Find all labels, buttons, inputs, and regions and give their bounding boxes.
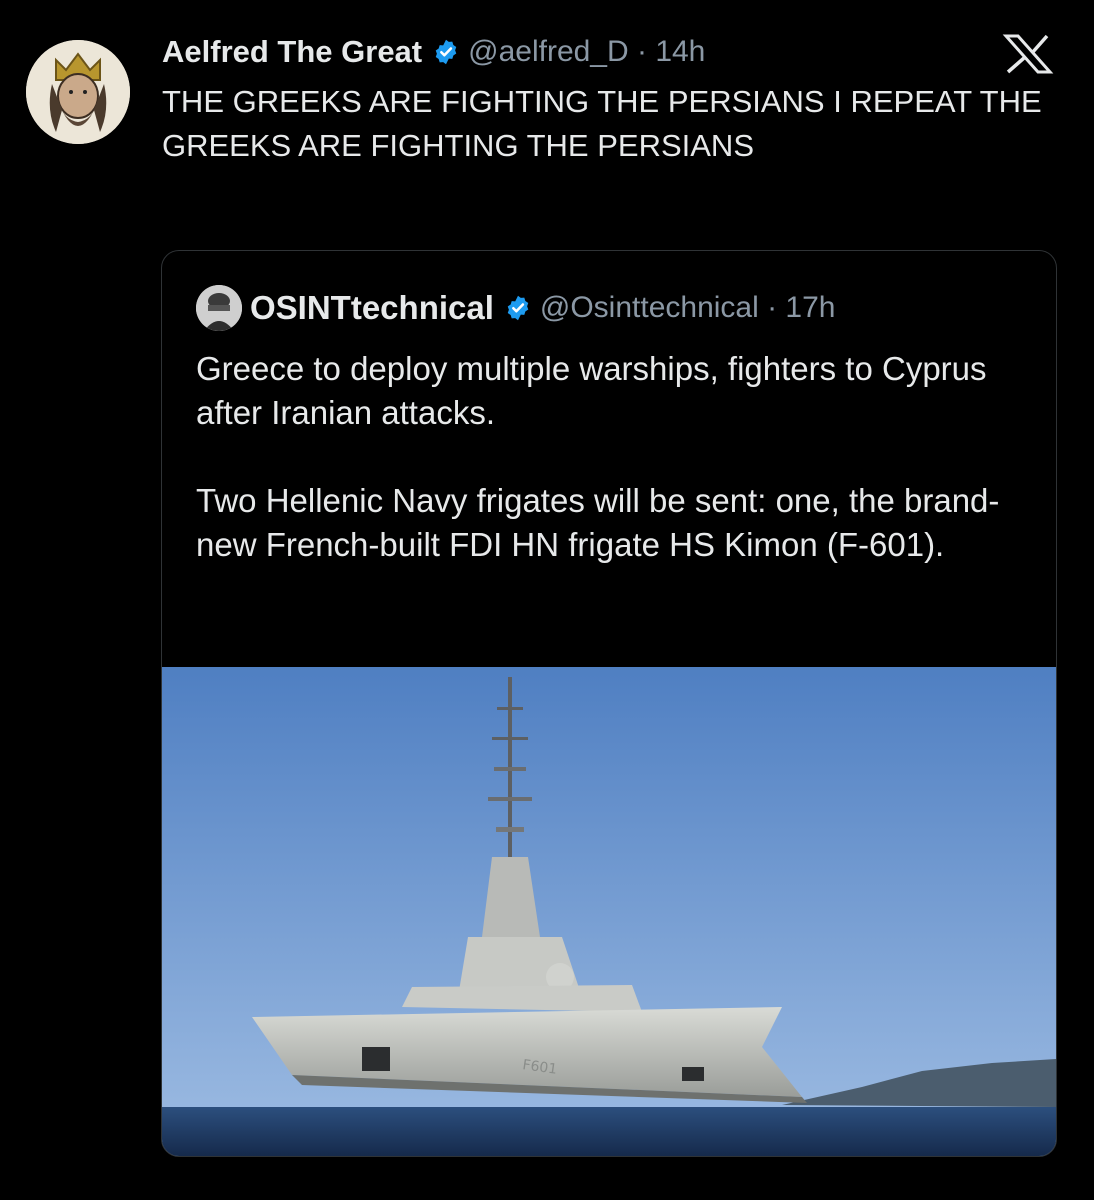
quoted-tweet-text: Greece to deploy multiple warships, figh… xyxy=(196,347,1036,567)
quoted-tweet-card[interactable]: OSINTtechnical @Osinttechnical · 17h Gre… xyxy=(161,250,1057,1157)
king-portrait-icon xyxy=(26,40,130,144)
quoted-tweet-header: OSINTtechnical @Osinttechnical · 17h xyxy=(196,285,836,331)
frigate-photo[interactable]: F601 xyxy=(162,667,1056,1156)
x-logo-icon xyxy=(1002,34,1054,74)
verified-badge-icon xyxy=(432,38,460,66)
quoted-paragraph-1: Greece to deploy multiple warships, figh… xyxy=(196,350,987,431)
author-avatar[interactable] xyxy=(26,40,130,144)
author-name[interactable]: Aelfred The Great xyxy=(162,34,422,70)
verified-badge-icon xyxy=(504,294,532,322)
frigate-image: F601 xyxy=(162,667,1056,1156)
quoted-author-handle-time[interactable]: @Osinttechnical · 17h xyxy=(540,291,836,325)
tweet-text: THE GREEKS ARE FIGHTING THE PERSIANS I R… xyxy=(162,84,1042,163)
quoted-author-name[interactable]: OSINTtechnical xyxy=(250,289,494,327)
author-handle-time[interactable]: @aelfred_D · 14h xyxy=(468,35,705,69)
quoted-paragraph-2: Two Hellenic Navy frigates will be sent:… xyxy=(196,482,1000,563)
soldier-avatar-icon xyxy=(196,285,242,331)
tweet-header: Aelfred The Great @aelfred_D · 14h xyxy=(162,30,705,74)
quoted-author-avatar[interactable] xyxy=(196,285,242,331)
